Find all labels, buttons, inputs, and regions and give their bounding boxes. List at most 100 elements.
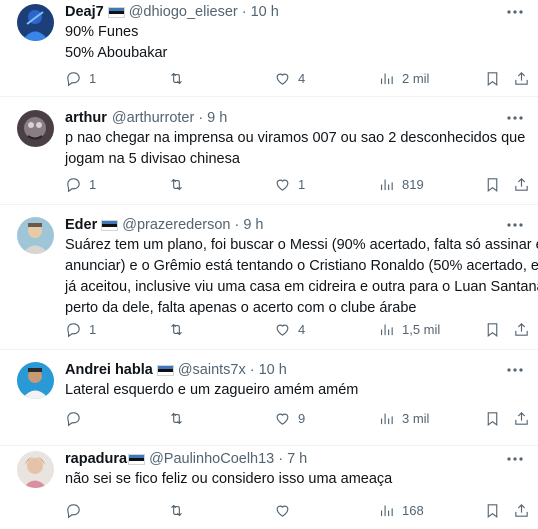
avatar[interactable] [17,4,54,41]
separator-dot: · [241,4,247,20]
views-button[interactable]: 3 mil [378,410,429,427]
author-name[interactable]: arthur [65,110,107,127]
share-button[interactable] [513,502,530,519]
like-icon [276,505,289,517]
avatar[interactable] [17,110,54,147]
retweet-icon [171,178,182,191]
tweet-text-line: 50% Aboubakar [65,45,168,61]
estonia-flag-emoji [107,7,125,18]
author-handle[interactable]: @PaulinhoCoelh13 [149,451,274,468]
more-icon[interactable] [506,365,524,375]
reply-tweet[interactable]: Deaj7 @dhiogo_elieser · 10 h 90% Funes 5… [0,0,538,97]
tweet-actions: 1 1 819 [65,176,528,196]
retweet-icon [171,72,182,85]
like-button[interactable] [274,502,298,519]
reply-button[interactable]: 1 [65,321,96,338]
like-icon [276,73,289,85]
views-count: 2 mil [402,71,430,86]
views-count: 1,5 mil [402,322,441,337]
retweet-button[interactable] [168,502,192,519]
author-name[interactable]: Eder [65,217,97,234]
views-count: 168 [402,503,424,518]
tweet-text-line: 90% Funes [65,24,139,40]
bookmark-button[interactable] [484,70,501,87]
like-count: 9 [298,411,306,426]
tweet-actions: 1 4 2 mil [65,70,528,90]
views-button[interactable]: 1,5 mil [378,321,440,338]
timestamp[interactable]: 7 h [287,451,307,468]
bookmark-button[interactable] [484,176,501,193]
reply-tweet[interactable]: Eder @prazerederson · 9 h Suárez tem um … [0,205,538,350]
bookmark-icon [487,323,498,338]
author-handle[interactable]: @arthurroter [112,110,194,127]
bookmark-button[interactable] [484,410,501,427]
reply-button[interactable] [65,410,89,427]
author-name[interactable]: Deaj7 [65,4,104,21]
retweet-button[interactable] [168,70,192,87]
avatar[interactable] [17,217,54,254]
retweet-button[interactable] [168,321,192,338]
like-button[interactable]: 4 [274,321,305,338]
separator-dot: · [278,451,284,467]
separator-dot: · [249,362,255,378]
estonia-flag-emoji [156,365,174,376]
retweet-button[interactable] [168,410,192,427]
tweet-text-line: não sei se fico feliz ou considero isso … [65,471,393,487]
author-handle[interactable]: @prazerederson [122,217,230,234]
avatar[interactable] [17,451,54,488]
tweet-actions: 1 4 1,5 mil [65,321,528,341]
tweet-text: Lateral esquerdo e um zagueiro amém amém [65,380,518,401]
share-button[interactable] [513,410,530,427]
timestamp[interactable]: 10 h [251,4,279,21]
like-count: 1 [298,177,306,192]
share-button[interactable] [513,321,530,338]
views-count: 819 [402,177,424,192]
bookmark-button[interactable] [484,502,501,519]
separator-dot: · [198,110,204,126]
share-icon [515,323,528,336]
bookmark-icon [487,178,498,193]
reply-count: 1 [89,177,97,192]
views-button[interactable]: 819 [378,176,424,193]
author-name[interactable]: rapadura [65,451,127,468]
more-icon[interactable] [506,113,524,123]
more-icon[interactable] [506,220,524,230]
views-icon [380,505,393,517]
share-icon [515,178,528,191]
bookmark-button[interactable] [484,321,501,338]
bookmark-icon [487,504,498,519]
like-button[interactable]: 1 [274,176,305,193]
tweet-actions: 168 [65,502,528,522]
share-button[interactable] [513,176,530,193]
views-button[interactable]: 168 [378,502,424,519]
reply-tweet[interactable]: Andrei habla @saints7x · 10 h Lateral es… [0,350,538,446]
timestamp[interactable]: 9 h [207,110,227,127]
author-handle[interactable]: @saints7x [178,362,246,379]
tweet-text-line: perto da dele, falta apenas o acerto com… [65,300,417,316]
views-count: 3 mil [402,411,430,426]
reply-tweet[interactable]: arthur @arthurroter · 9 h p nao chegar n… [0,97,538,205]
avatar[interactable] [17,362,54,399]
reply-tweet[interactable]: rapadura @PaulinhoCoelh13 · 7 h não sei … [0,446,538,529]
like-button[interactable]: 9 [274,410,305,427]
author-handle[interactable]: @dhiogo_elieser [129,4,238,21]
tweet-text: não sei se fico feliz ou considero isso … [65,469,518,490]
timestamp[interactable]: 10 h [259,362,287,379]
timestamp[interactable]: 9 h [243,217,263,234]
reply-count: 1 [89,322,97,337]
views-icon [380,324,393,336]
like-button[interactable]: 4 [274,70,305,87]
retweet-button[interactable] [168,176,192,193]
share-button[interactable] [513,70,530,87]
tweet-text: p nao chegar na imprensa ou viramos 007 … [65,128,525,170]
share-icon [515,72,528,85]
reply-button[interactable]: 1 [65,70,96,87]
more-icon[interactable] [506,454,524,464]
reply-icon [67,504,80,519]
more-icon[interactable] [506,7,524,17]
views-button[interactable]: 2 mil [378,70,429,87]
reply-button[interactable]: 1 [65,176,96,193]
reply-feed: Deaj7 @dhiogo_elieser · 10 h 90% Funes 5… [0,0,538,529]
author-name[interactable]: Andrei habla [65,362,153,379]
reply-button[interactable] [65,502,89,519]
